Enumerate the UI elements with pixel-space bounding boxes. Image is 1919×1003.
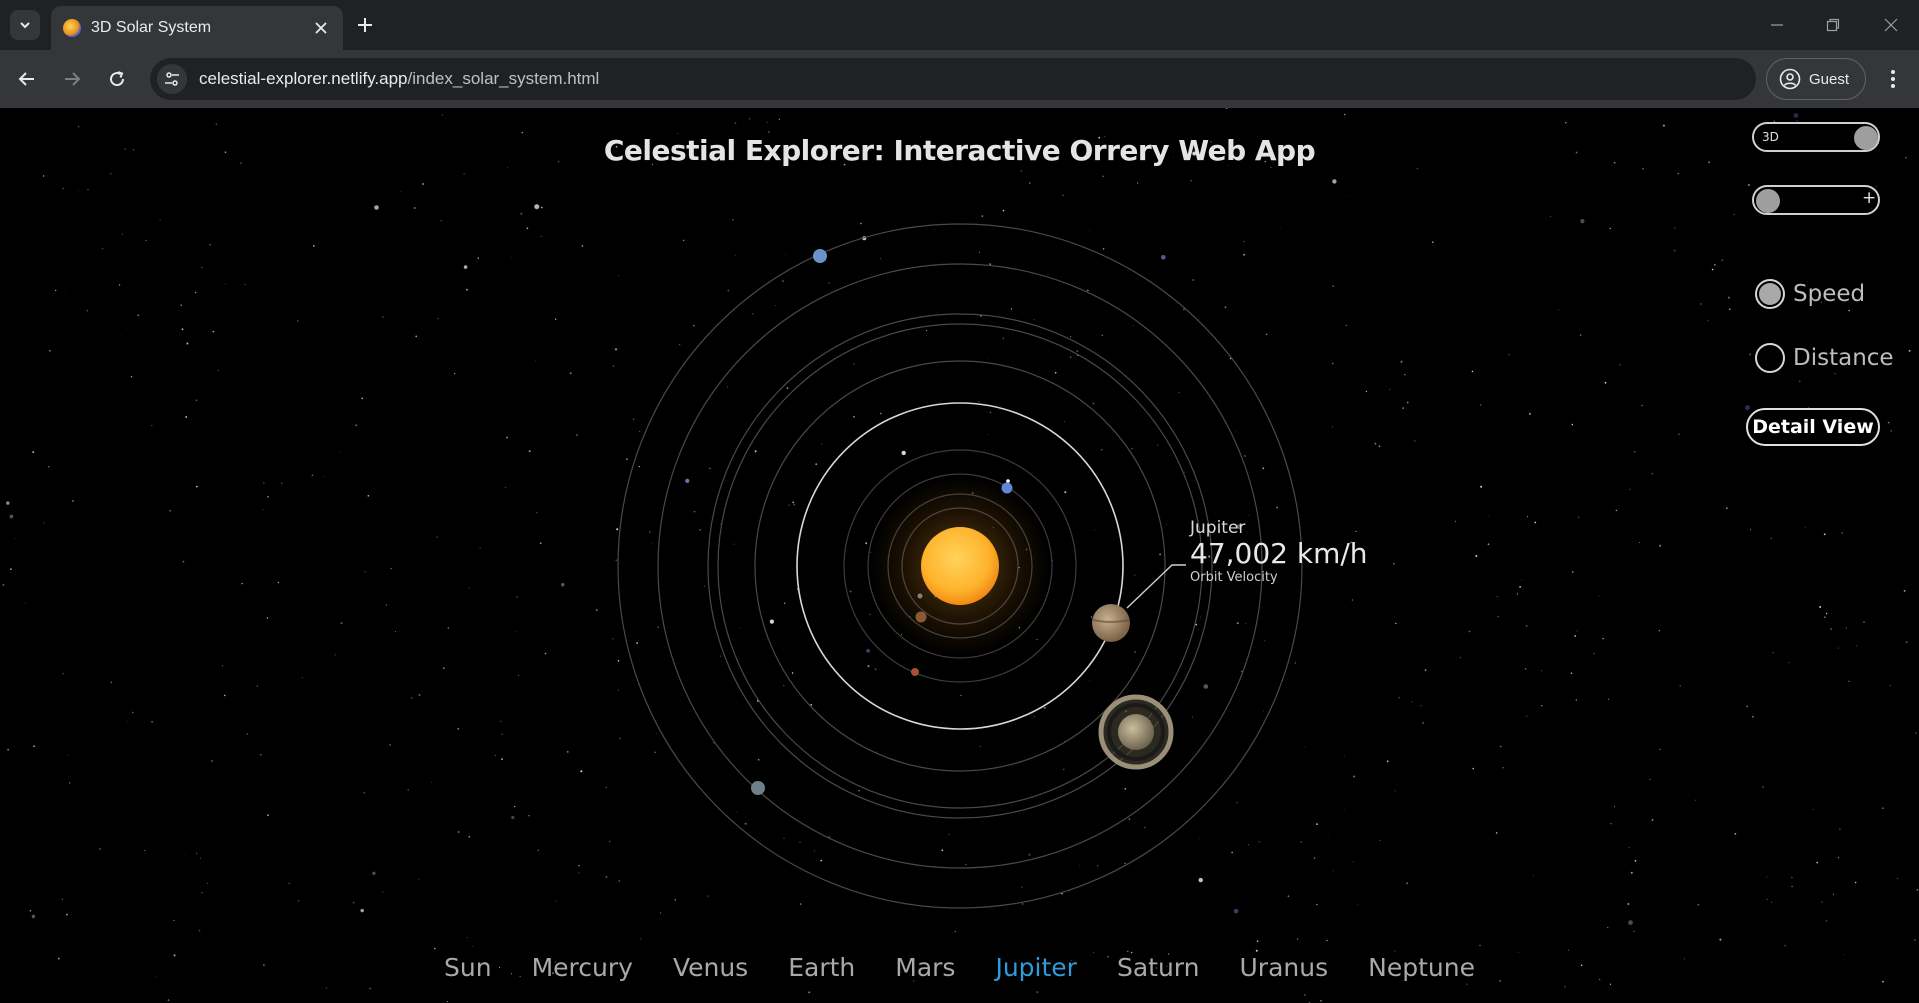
planet-mars[interactable] — [911, 668, 919, 676]
profile-button[interactable]: Guest — [1766, 58, 1866, 100]
tab-search-button[interactable] — [10, 10, 40, 40]
new-tab-button[interactable] — [352, 12, 378, 38]
view-3d-toggle[interactable]: 3D — [1752, 122, 1880, 152]
planet-nav-sun[interactable]: Sun — [444, 953, 492, 982]
callout-velocity-caption: Orbit Velocity — [1190, 570, 1278, 585]
minimize-button[interactable] — [1762, 12, 1792, 38]
planet-nav-mercury[interactable]: Mercury — [532, 953, 633, 982]
zoom-slider[interactable]: + — [1752, 185, 1880, 215]
planet-nav-uranus[interactable]: Uranus — [1240, 953, 1329, 982]
planet-saturn[interactable] — [1098, 694, 1174, 770]
minimize-icon — [1771, 24, 1783, 26]
planet-nav-jupiter[interactable]: Jupiter — [995, 953, 1077, 982]
close-window-button[interactable] — [1876, 12, 1906, 38]
account-circle-icon — [1779, 68, 1801, 90]
speed-radio-option[interactable]: Speed — [1755, 279, 1865, 309]
browser-toolbar: celestial-explorer.netlify.app/index_sol… — [0, 50, 1919, 108]
distance-radio[interactable] — [1755, 343, 1785, 373]
tab-close-button[interactable] — [311, 18, 331, 38]
address-bar[interactable]: celestial-explorer.netlify.app/index_sol… — [150, 58, 1756, 100]
more-vert-icon — [1891, 70, 1895, 88]
close-icon — [315, 22, 327, 34]
zoom-slider-knob[interactable] — [1756, 189, 1780, 213]
callout-planet-name: Jupiter — [1190, 518, 1246, 538]
planet-info-callout: Jupiter 47,002 km/h Orbit Velocity — [1190, 518, 1368, 585]
orrery-canvas[interactable] — [0, 108, 1919, 1003]
zoom-plus-icon: + — [1862, 188, 1877, 208]
app-viewport[interactable]: Celestial Explorer: Interactive Orrery W… — [0, 108, 1919, 1003]
browser-menu-button[interactable] — [1878, 62, 1908, 96]
planet-nav-neptune[interactable]: Neptune — [1368, 953, 1475, 982]
planet-mercury[interactable] — [917, 593, 923, 599]
planet-neptune[interactable] — [813, 249, 827, 263]
planet-nav-saturn[interactable]: Saturn — [1117, 953, 1200, 982]
sun[interactable] — [921, 527, 999, 605]
tab-title: 3D Solar System — [91, 19, 212, 36]
url-path: /index_solar_system.html — [407, 69, 600, 88]
callout-leader-line — [1126, 564, 1186, 609]
arrow-right-icon — [65, 72, 81, 86]
back-button[interactable] — [10, 62, 44, 96]
restore-button[interactable] — [1818, 12, 1848, 38]
url-text: celestial-explorer.netlify.app/index_sol… — [199, 69, 599, 89]
planet-earth-moon — [1006, 479, 1010, 483]
distance-radio-label: Distance — [1793, 345, 1894, 371]
browser-tab[interactable]: 3D Solar System — [51, 6, 343, 50]
speed-radio-dot — [1759, 283, 1781, 305]
toggle-3d-knob[interactable] — [1854, 126, 1878, 150]
chevron-down-icon — [20, 22, 30, 29]
distance-radio-option[interactable]: Distance — [1755, 343, 1894, 373]
close-icon — [1884, 18, 1898, 32]
speed-radio-label: Speed — [1793, 281, 1866, 307]
site-info-button[interactable] — [157, 64, 187, 94]
tune-icon — [165, 72, 179, 86]
url-host: celestial-explorer.netlify.app — [199, 69, 408, 88]
reload-icon — [110, 71, 125, 87]
forward-button[interactable] — [55, 62, 89, 96]
planet-nav-earth[interactable]: Earth — [788, 953, 855, 982]
planet-nav: Sun Mercury Venus Earth Mars Jupiter Sat… — [0, 953, 1919, 982]
planet-nav-venus[interactable]: Venus — [673, 953, 748, 982]
planet-uranus[interactable] — [751, 781, 765, 795]
speed-radio[interactable] — [1755, 279, 1785, 309]
planet-venus[interactable] — [915, 611, 927, 623]
plus-icon — [358, 18, 372, 32]
planet-nav-mars[interactable]: Mars — [895, 953, 955, 982]
arrow-left-icon — [18, 72, 34, 86]
tab-strip: 3D Solar System — [0, 0, 1919, 50]
planet-earth[interactable] — [1001, 482, 1013, 494]
profile-label: Guest — [1809, 70, 1850, 88]
restore-icon — [1826, 18, 1840, 32]
callout-velocity-value: 47,002 km/h — [1190, 537, 1368, 570]
toggle-3d-label: 3D — [1762, 130, 1779, 144]
detail-view-button[interactable]: Detail View — [1746, 408, 1880, 446]
browser-chrome: 3D Solar System celestial-explorer.netli… — [0, 0, 1919, 108]
solar-system-favicon-icon — [63, 19, 81, 37]
reload-button[interactable] — [100, 62, 134, 96]
